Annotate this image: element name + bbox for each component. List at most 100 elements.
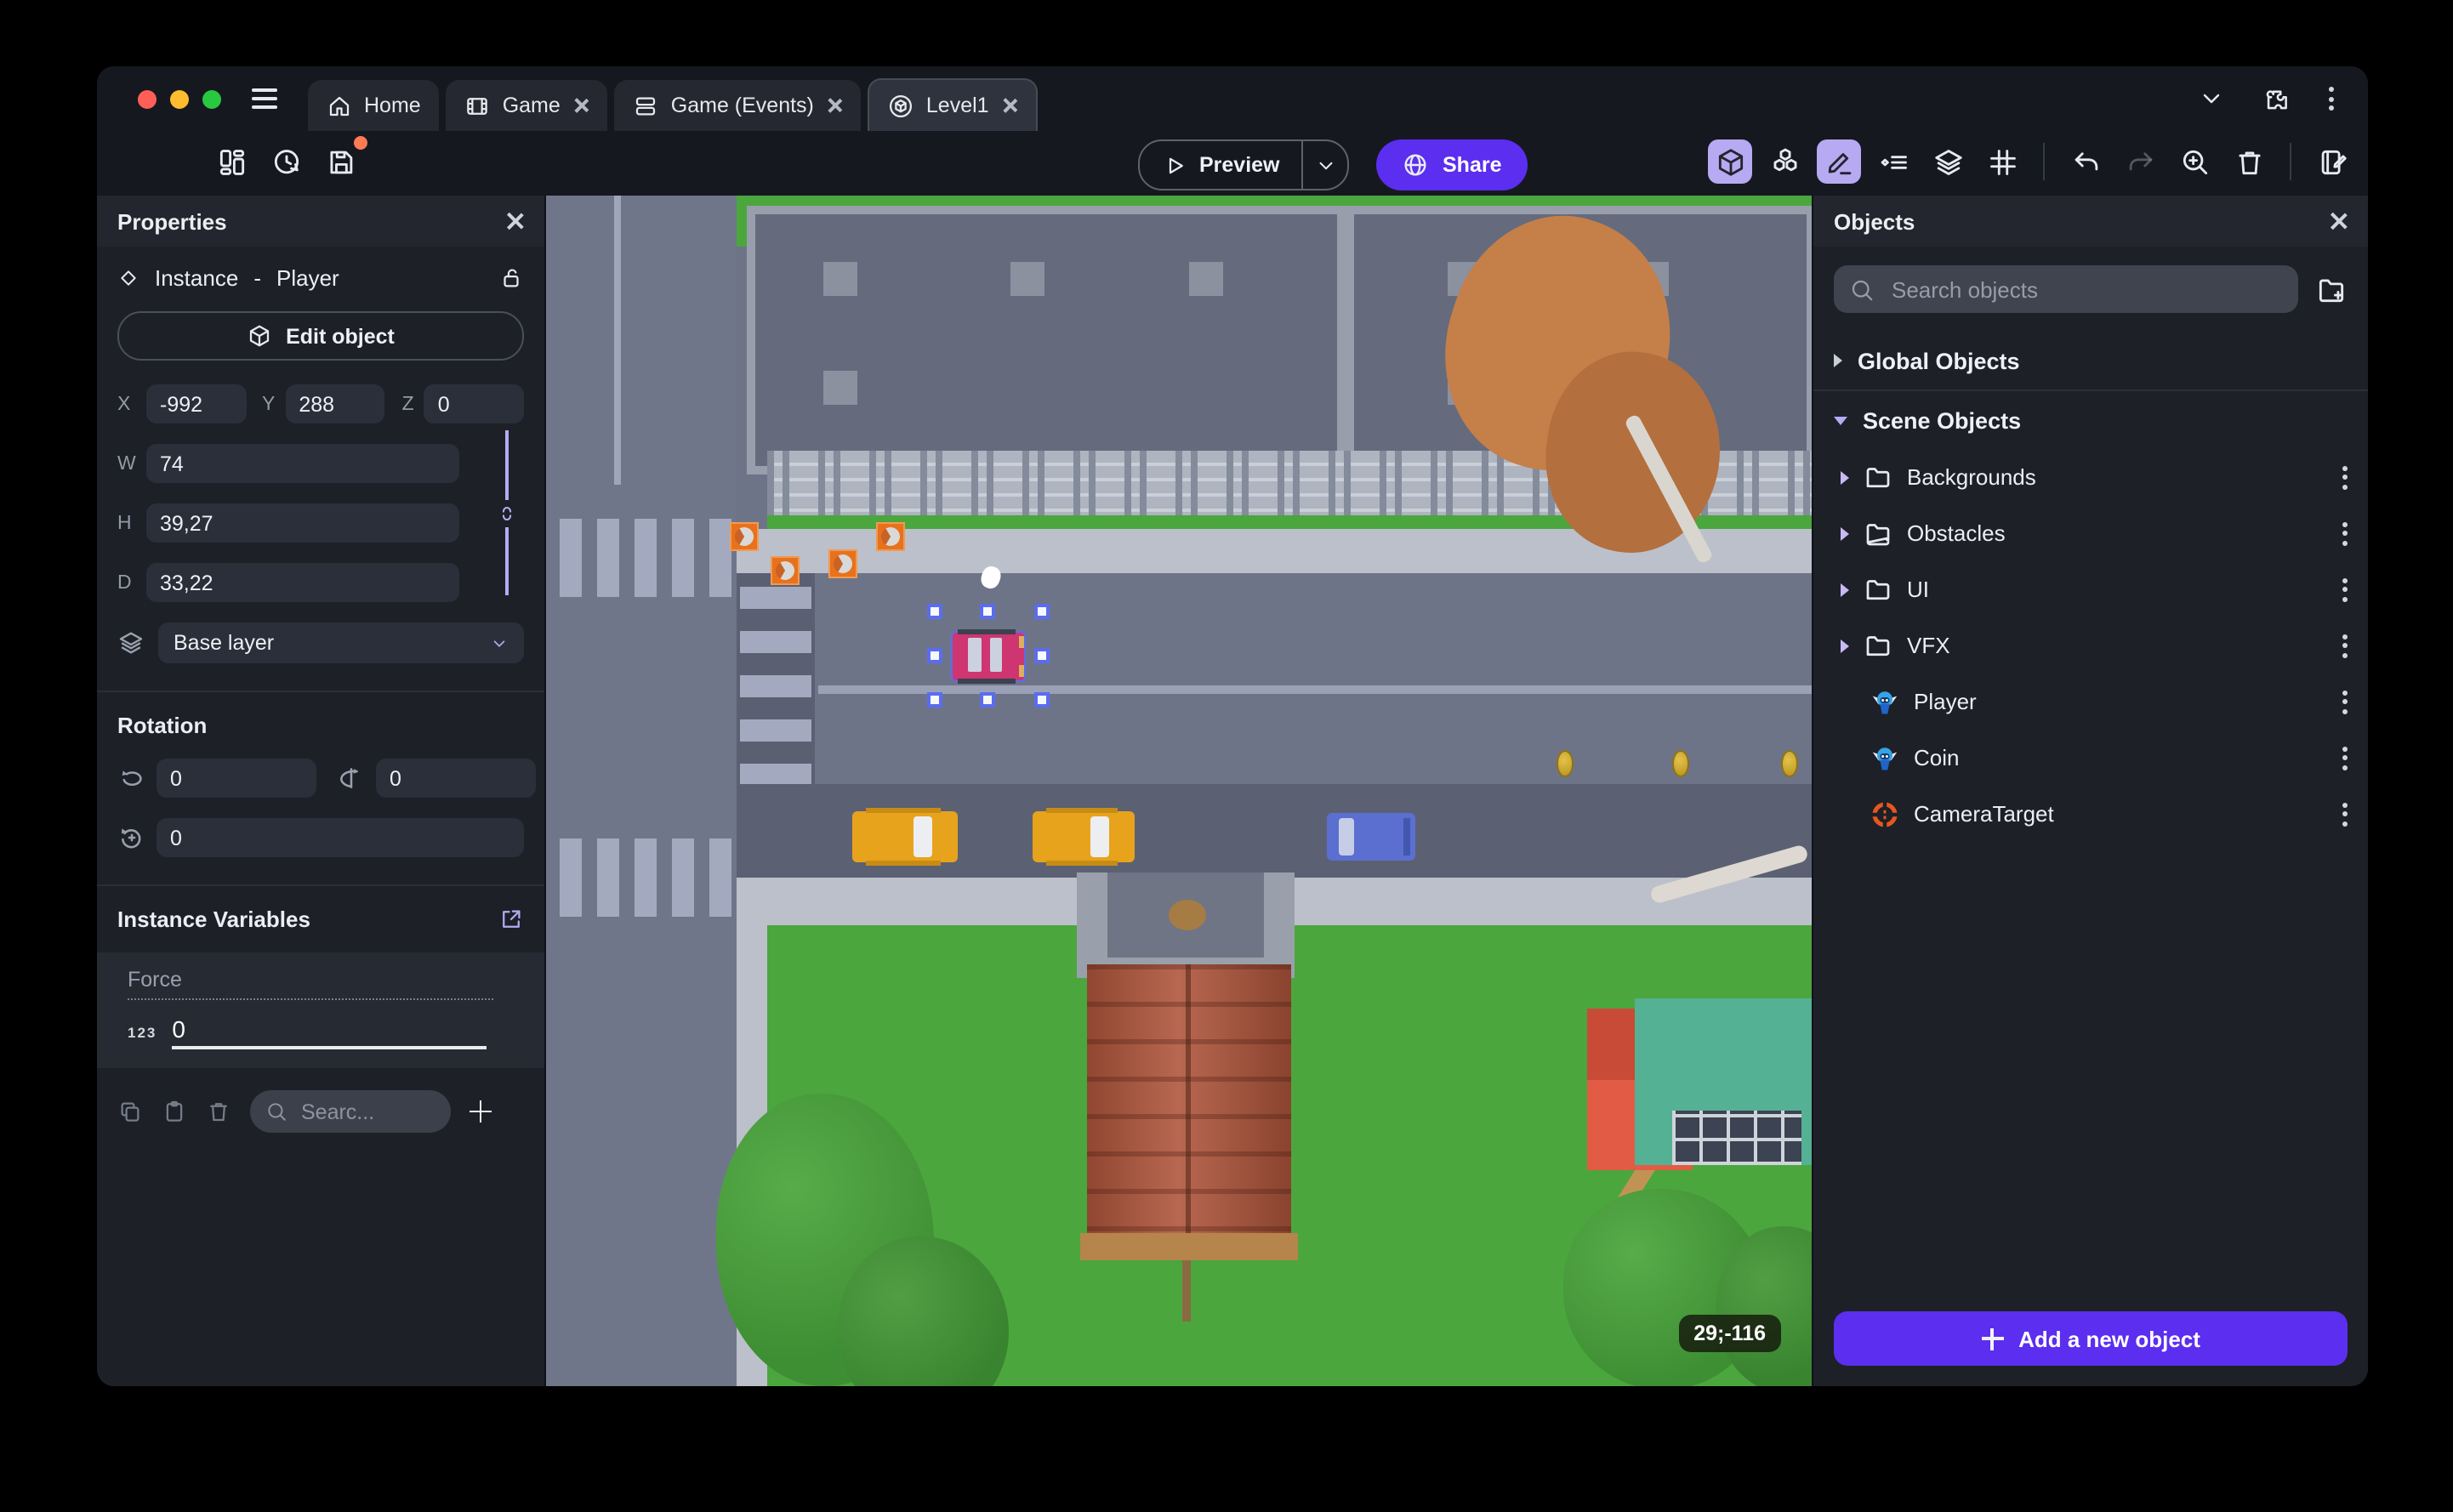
save-button[interactable] <box>318 136 367 184</box>
coin[interactable] <box>1672 750 1689 777</box>
add-variable-button[interactable] <box>470 1100 492 1123</box>
trash-icon[interactable] <box>206 1099 231 1124</box>
obstacle-box[interactable] <box>730 522 759 551</box>
paste-clipboard-icon[interactable] <box>162 1099 187 1124</box>
copy-icon[interactable] <box>117 1099 143 1124</box>
tab-close-icon[interactable] <box>826 97 843 114</box>
variable-name[interactable]: Force <box>128 968 493 1000</box>
rotation-z-input[interactable] <box>157 818 524 857</box>
tree-item-obstacles[interactable]: Obstacles <box>1813 505 2368 561</box>
share-button[interactable]: Share <box>1376 139 1528 190</box>
chevron-right-icon[interactable] <box>1841 470 1849 484</box>
minimize-window-button[interactable] <box>170 89 189 108</box>
z-input[interactable] <box>424 384 525 423</box>
tab-home[interactable]: Home <box>308 80 440 131</box>
scene-properties-button[interactable] <box>2310 139 2354 184</box>
instances-list-button[interactable] <box>1871 139 1915 184</box>
coin[interactable] <box>1557 750 1574 777</box>
selection-handle[interactable] <box>1034 604 1050 619</box>
selection-handle[interactable] <box>980 604 995 619</box>
building-block[interactable] <box>747 206 1346 475</box>
item-menu-icon[interactable] <box>2342 577 2348 601</box>
npc-car-yellow[interactable] <box>1033 808 1135 866</box>
zoom-in-button[interactable] <box>2172 139 2217 184</box>
selection-handle[interactable] <box>927 692 942 708</box>
more-menu-icon[interactable] <box>2329 87 2334 111</box>
add-folder-icon[interactable] <box>2315 273 2348 305</box>
redo-button[interactable] <box>2118 139 2162 184</box>
selection-handle[interactable] <box>1034 648 1050 663</box>
variable-row[interactable]: Force 123 0 <box>97 952 544 1068</box>
global-objects-section[interactable]: Global Objects <box>1813 332 2368 391</box>
grid-button[interactable] <box>1980 139 2024 184</box>
variables-search[interactable] <box>250 1090 451 1133</box>
add-new-object-button[interactable]: Add a new object <box>1834 1311 2348 1366</box>
tree-item-backgrounds[interactable]: Backgrounds <box>1813 449 2368 505</box>
close-properties-icon[interactable] <box>504 211 524 231</box>
item-menu-icon[interactable] <box>2342 802 2348 826</box>
selection-handle[interactable] <box>1034 692 1050 708</box>
tree-item-player[interactable]: Player <box>1813 674 2368 730</box>
rotation-y-input[interactable] <box>376 759 536 798</box>
chevron-down-icon[interactable] <box>2198 85 2225 112</box>
objects-search-input[interactable] <box>1888 275 2283 304</box>
selection-handle[interactable] <box>980 692 995 708</box>
item-menu-icon[interactable] <box>2342 746 2348 770</box>
tree-item-vfx[interactable]: VFX <box>1813 617 2368 674</box>
chevron-right-icon[interactable] <box>1841 526 1849 540</box>
tower-body[interactable] <box>1087 964 1291 1240</box>
tree-item-cameratarget[interactable]: CameraTarget <box>1813 786 2368 842</box>
tree-item-coin[interactable]: Coin <box>1813 730 2368 786</box>
variable-value[interactable]: 0 <box>172 1015 487 1049</box>
npc-car-blue[interactable] <box>1327 813 1415 861</box>
x-input[interactable] <box>146 384 247 423</box>
main-menu-icon[interactable] <box>252 88 277 109</box>
unlock-icon[interactable] <box>498 265 524 291</box>
close-window-button[interactable] <box>138 89 157 108</box>
scene-canvas[interactable]: 29;-116 <box>546 196 1812 1386</box>
preview-button[interactable]: Preview <box>1138 139 1350 190</box>
tab-game[interactable]: Game <box>446 80 608 131</box>
item-menu-icon[interactable] <box>2342 465 2348 489</box>
edit-object-button[interactable]: Edit object <box>117 311 524 361</box>
close-objects-icon[interactable] <box>2327 211 2348 231</box>
undo-button[interactable] <box>2063 139 2108 184</box>
coin[interactable] <box>1781 750 1798 777</box>
y-input[interactable] <box>285 384 385 423</box>
depth-input[interactable] <box>146 563 459 602</box>
npc-car-yellow[interactable] <box>852 808 958 866</box>
selection-handle[interactable] <box>927 604 942 619</box>
delete-button[interactable] <box>2227 139 2271 184</box>
rotation-x-input[interactable] <box>157 759 316 798</box>
scene-objects-section[interactable]: Scene Objects <box>1813 391 2368 449</box>
objects-search[interactable] <box>1834 265 2298 313</box>
obstacle-box[interactable] <box>876 522 905 551</box>
chevron-right-icon[interactable] <box>1841 639 1849 652</box>
layers-button[interactable] <box>1926 139 1970 184</box>
objects-stack-button[interactable] <box>1762 139 1807 184</box>
obstacle-box[interactable] <box>771 556 800 585</box>
tab-level1[interactable]: Level1 <box>868 78 1039 131</box>
layer-select[interactable]: Base layer <box>158 622 524 663</box>
edit-mode-button[interactable] <box>1817 139 1861 184</box>
toggle-3d-view-button[interactable] <box>1708 139 1752 184</box>
tree-item-ui[interactable]: UI <box>1813 561 2368 617</box>
obstacle-box[interactable] <box>828 549 857 578</box>
item-menu-icon[interactable] <box>2342 521 2348 545</box>
player-car-selected[interactable] <box>951 629 1026 684</box>
variables-search-input[interactable] <box>298 1098 410 1125</box>
selection-handle[interactable] <box>927 648 942 663</box>
chevron-right-icon[interactable] <box>1841 583 1849 596</box>
width-input[interactable] <box>146 444 459 483</box>
preview-options-button[interactable] <box>1304 154 1348 176</box>
height-input[interactable] <box>146 503 459 543</box>
tab-close-icon[interactable] <box>572 97 589 114</box>
item-menu-icon[interactable] <box>2342 634 2348 657</box>
open-variables-editor-icon[interactable] <box>498 907 524 932</box>
tab-close-icon[interactable] <box>1001 97 1018 114</box>
maximize-window-button[interactable] <box>202 89 221 108</box>
lock-ratio-toggle[interactable] <box>493 430 521 595</box>
tab-game-events[interactable]: Game (Events) <box>614 80 862 131</box>
item-menu-icon[interactable] <box>2342 690 2348 713</box>
extensions-puzzle-icon[interactable] <box>2262 84 2291 113</box>
